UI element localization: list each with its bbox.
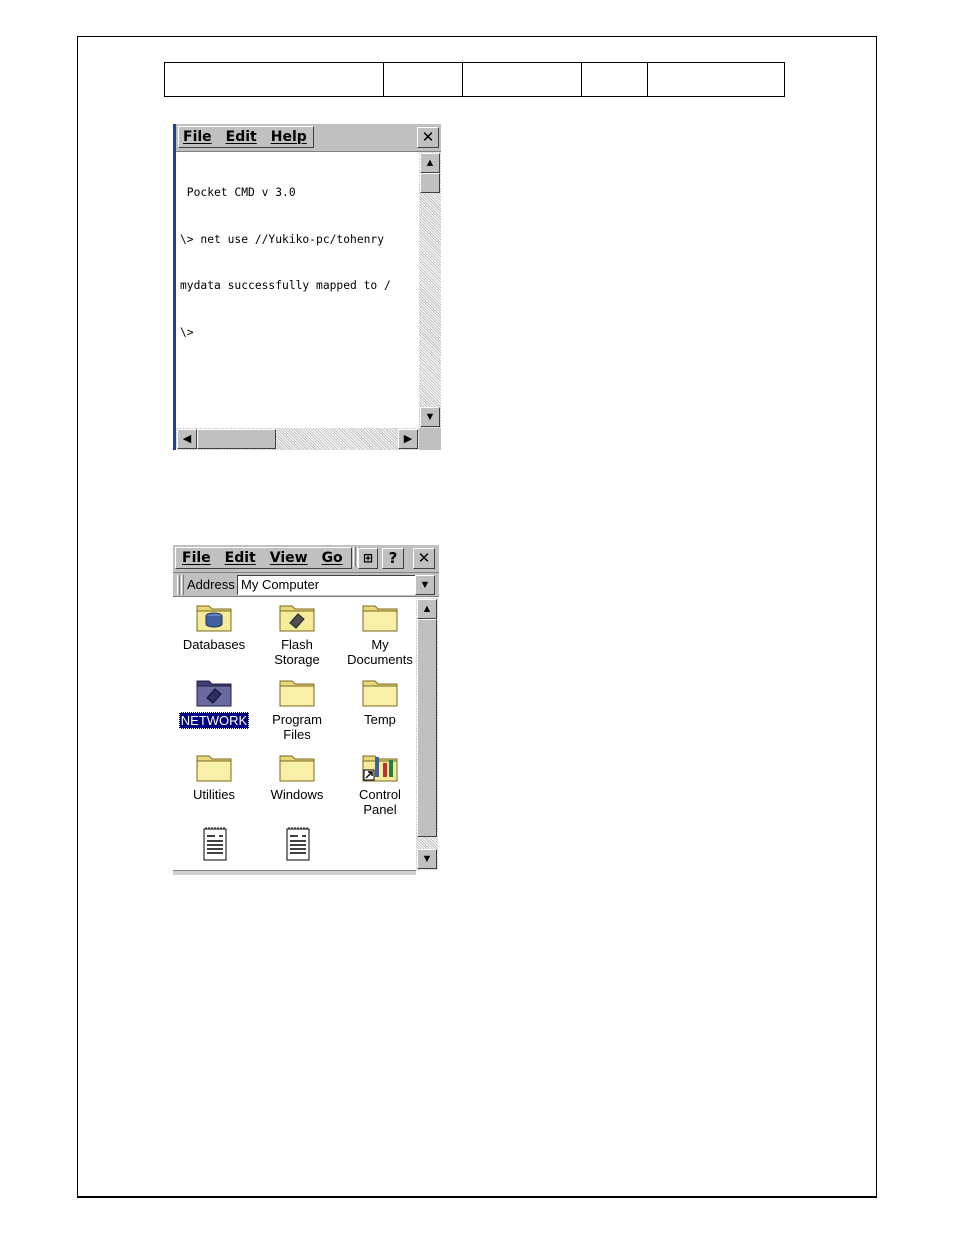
console-line: Pocket CMD v 3.0 [180,186,296,199]
folder-icon [362,680,398,707]
console-output[interactable]: Pocket CMD v 3.0 \> net use //Yukiko-pc/… [180,154,416,424]
arrow-down-icon: ▼ [421,853,433,865]
menu-go[interactable]: Go [322,550,343,566]
file-list: Databases Flash Storage My Documents NET… [173,598,416,875]
close-icon: ✕ [421,128,435,146]
properties-icon: ⊞ [362,551,374,565]
item-flash-storage[interactable]: Flash Storage [255,601,339,667]
scroll-down-button[interactable]: ▼ [417,849,437,869]
scroll-up-button[interactable]: ▲ [420,153,440,173]
scroll-corner [419,428,441,450]
control-panel-icon [362,755,398,782]
folder-icon [279,755,315,782]
arrow-up-icon: ▲ [424,157,436,169]
vertical-scrollbar[interactable]: ▲ ▼ [416,598,438,870]
address-grip[interactable] [177,575,180,595]
item-program-files[interactable]: Program Files [255,676,339,742]
item-temp[interactable]: Temp [338,676,416,727]
item-label: Windows [270,787,324,802]
explorer-window: File Edit View Go ⊞ ? ✕ Address My Compu… [173,545,439,875]
scroll-down-button[interactable]: ▼ [420,407,440,427]
folder-icon [196,755,232,782]
arrow-up-icon: ▲ [421,603,433,615]
toolbar-grip[interactable] [353,547,356,567]
arrow-right-icon: ▶ [403,433,413,445]
item-my-documents[interactable]: My Documents [338,601,416,667]
console-line: mydata successfully mapped to / [180,279,391,292]
console-line: \> net use //Yukiko-pc/tohenry [180,232,385,246]
item-label: Utilities [193,787,235,802]
header-cell [581,62,648,97]
close-icon: ✕ [417,549,431,567]
folder-icon [362,605,398,632]
cmd-menubar: File Edit Help ✕ [176,124,441,152]
close-button[interactable]: ✕ [413,548,435,569]
header-cell [647,62,785,97]
item-label: Temp [364,712,396,727]
close-button[interactable]: ✕ [417,127,439,148]
menu-edit[interactable]: Edit [226,129,257,145]
item-windows[interactable]: Windows [255,751,339,802]
console-line: \> [180,325,194,339]
address-label: Address [187,577,235,592]
document-icon [203,827,227,861]
chevron-down-icon: ▼ [419,579,431,591]
address-grip[interactable] [181,575,184,595]
cmd-menu-group: File Edit Help [178,126,314,148]
item-label: Control Panel [359,787,401,817]
header-cell [164,62,384,97]
folder-icon [279,680,315,707]
header-cell [383,62,463,97]
item-label: Databases [182,637,246,652]
vertical-scrollbar[interactable]: ▲ ▼ [419,152,441,428]
help-icon: ? [388,549,398,567]
flash-storage-icon [279,605,315,632]
item-label: Program Files [272,712,322,742]
scroll-left-button[interactable]: ◀ [177,429,197,449]
network-folder-icon [196,680,232,707]
item-databases[interactable]: Databases [173,601,256,652]
header-table [164,62,785,97]
item-control-panel[interactable]: Control Panel [338,751,416,817]
menu-edit[interactable]: Edit [225,550,256,566]
explorer-menubar: File Edit View Go ⊞ ? ✕ [173,545,439,573]
item-label: My Documents [347,637,413,667]
item-network[interactable]: NETWORK [173,676,256,729]
arrow-left-icon: ◀ [182,433,192,445]
pocket-cmd-window: File Edit Help ✕ Pocket CMD v 3.0 \> net… [173,124,441,450]
address-input[interactable]: My Computer [237,575,434,595]
properties-button[interactable]: ⊞ [358,548,378,569]
menu-file[interactable]: File [183,129,212,145]
item-label: NETWORK [178,712,250,729]
header-cell [462,62,582,97]
scroll-up-button[interactable]: ▲ [417,599,437,619]
explorer-menu-group: File Edit View Go [175,547,352,569]
arrow-down-icon: ▼ [424,411,436,423]
scroll-right-button[interactable]: ▶ [398,429,418,449]
document-icon [286,827,310,861]
menu-file[interactable]: File [182,550,211,566]
address-dropdown-button[interactable]: ▼ [415,575,435,595]
menu-help[interactable]: Help [271,129,307,145]
hscroll-thumb[interactable] [197,429,276,449]
item-utilities[interactable]: Utilities [173,751,256,802]
item-document[interactable] [255,826,339,875]
item-label: Flash Storage [274,637,320,667]
window-bottom-edge [173,870,416,875]
database-folder-icon [196,605,232,632]
horizontal-scrollbar[interactable]: ◀ ▶ [176,428,419,450]
scroll-thumb[interactable] [420,173,440,193]
item-document[interactable] [173,826,256,875]
menu-view[interactable]: View [270,550,308,566]
scroll-thumb[interactable] [417,619,437,837]
help-button[interactable]: ? [382,548,404,569]
address-bar: Address My Computer ▼ [173,573,439,597]
